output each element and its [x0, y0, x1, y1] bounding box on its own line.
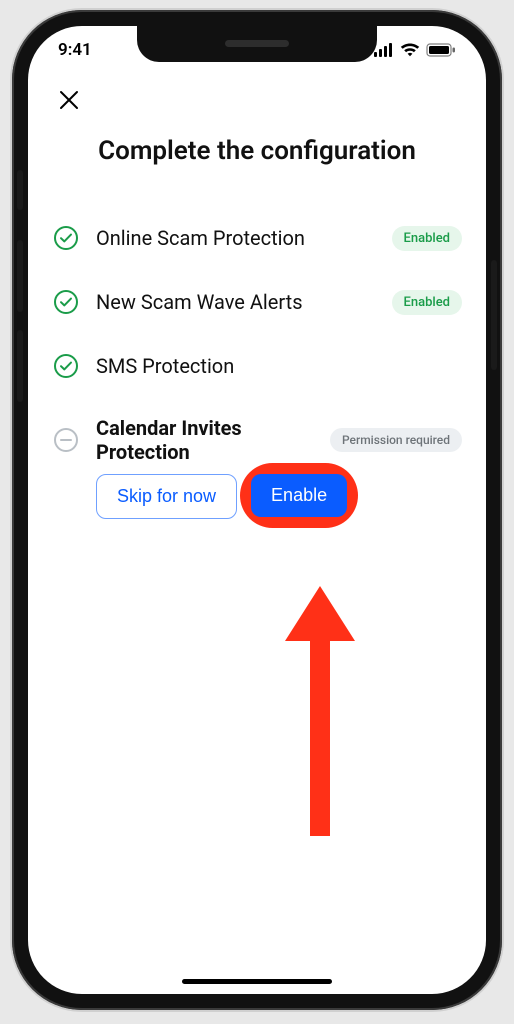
speaker [225, 40, 289, 47]
config-item-online-scam: Online Scam Protection Enabled [52, 206, 462, 270]
vol-down-button [17, 330, 23, 402]
check-circle-icon [52, 225, 80, 251]
mute-switch [17, 170, 23, 210]
status-badge-enabled: Enabled [392, 290, 463, 315]
signal-icon [374, 43, 394, 57]
calendar-actions: Skip for now Enable [96, 474, 462, 519]
wifi-icon [400, 43, 420, 57]
config-item-label: Online Scam Protection [96, 226, 376, 250]
minus-circle-icon [52, 427, 80, 453]
power-button [491, 260, 497, 370]
enable-button[interactable]: Enable [251, 474, 347, 517]
config-item-wave-alerts: New Scam Wave Alerts Enabled [52, 270, 462, 334]
config-item-calendar: Calendar Invites Protection Permission r… [52, 398, 462, 470]
status-badge-permission: Permission required [330, 428, 462, 452]
page-title: Complete the configuration [52, 136, 462, 166]
status-time: 9:41 [58, 40, 92, 60]
content: Complete the configuration Online Scam P… [28, 74, 486, 994]
vol-up-button [17, 240, 23, 312]
config-item-sms: SMS Protection [52, 334, 462, 398]
phone-frame: 9:41 [12, 10, 502, 1010]
status-badge-enabled: Enabled [392, 226, 463, 251]
close-button[interactable] [52, 84, 86, 118]
close-icon [58, 89, 80, 114]
config-item-label: Calendar Invites Protection [96, 416, 314, 464]
config-item-label: SMS Protection [96, 354, 462, 378]
screen: 9:41 [28, 26, 486, 994]
home-indicator [182, 979, 332, 984]
check-circle-icon [52, 353, 80, 379]
skip-button[interactable]: Skip for now [96, 474, 237, 519]
check-circle-icon [52, 289, 80, 315]
config-item-label: New Scam Wave Alerts [96, 290, 376, 314]
status-right [374, 43, 456, 57]
battery-icon [426, 43, 456, 57]
